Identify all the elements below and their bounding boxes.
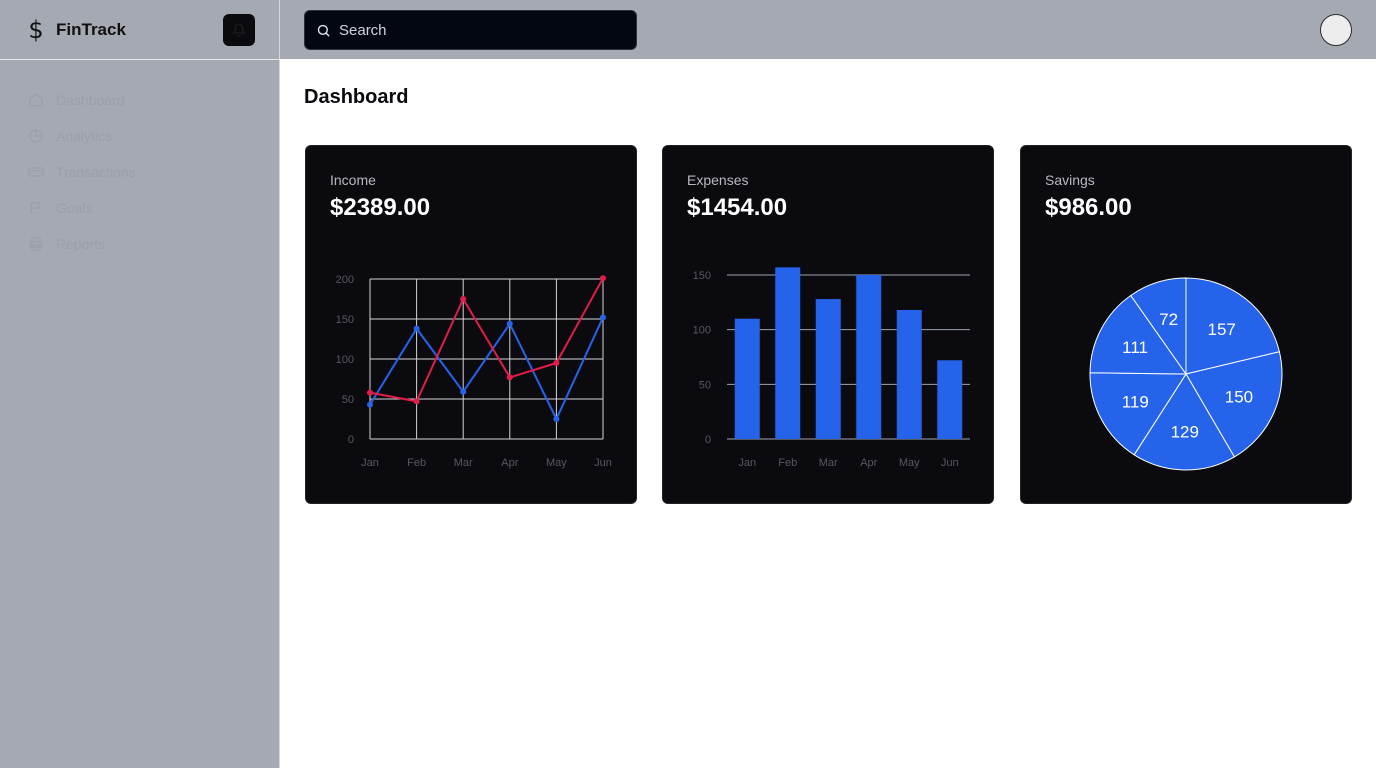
slice-label: 119 (1122, 392, 1149, 411)
pie-chart-icon (29, 129, 43, 143)
y-tick-label: 100 (693, 325, 711, 337)
credit-card-icon (28, 167, 44, 177)
x-tick-label: Feb (407, 457, 426, 469)
income-card: Income $2389.00 0 50 100 150 200 Jan Feb Mar Apr… (305, 145, 637, 504)
sidebar-item-label: Reports (56, 236, 106, 252)
home-icon (29, 93, 43, 107)
data-point (600, 314, 606, 321)
app-name: FinTrack (56, 19, 126, 39)
y-tick-label: 150 (693, 270, 711, 282)
search-input[interactable] (339, 21, 619, 39)
income-line-chart: 0 50 100 150 200 Jan Feb Mar Apr May Jun (336, 274, 612, 469)
bar (937, 360, 963, 439)
slice-label: 111 (1122, 338, 1148, 357)
printer-icon (29, 237, 43, 251)
x-tick-label: Apr (501, 457, 518, 469)
bar (775, 267, 801, 439)
sidebar-item-label: Goals (56, 200, 93, 216)
y-tick-label: 50 (342, 394, 354, 406)
bell-icon (232, 23, 246, 37)
x-tick-label: May (899, 457, 920, 469)
x-tick-label: Mar (819, 457, 838, 469)
data-point (506, 320, 513, 327)
slice-label: 157 (1208, 320, 1236, 339)
x-tick-label: Apr (860, 457, 877, 469)
sidebar-item-label: Analytics (56, 128, 113, 144)
data-point (413, 325, 420, 332)
search-box[interactable] (304, 10, 637, 50)
sidebar-item-dashboard[interactable]: Dashboard (0, 82, 279, 118)
x-tick-label: Jun (941, 457, 959, 469)
sidebar-item-transactions[interactable]: Transactions (0, 154, 279, 190)
slice-label: 129 (1171, 423, 1199, 442)
page-title: Dashboard (304, 86, 409, 108)
sidebar-item-label: Dashboard (56, 92, 125, 108)
data-point (460, 388, 467, 395)
data-point (506, 374, 513, 381)
data-point (553, 360, 560, 366)
series-line (369, 316, 604, 422)
sidebar-item-analytics[interactable]: Analytics (0, 118, 279, 154)
brand: $ FinTrack (0, 0, 279, 60)
user-avatar[interactable] (1320, 14, 1352, 46)
slice-label: 150 (1225, 388, 1253, 407)
sidebar-item-reports[interactable]: Reports (0, 226, 279, 262)
x-tick-label: Mar (454, 457, 473, 469)
bar (856, 275, 882, 439)
x-tick-label: Jan (361, 457, 379, 469)
sidebar-nav: Dashboard Analytics Transactions Goals R… (0, 60, 279, 262)
flag-icon (30, 202, 41, 214)
y-tick-label: 150 (336, 314, 354, 326)
y-tick-label: 100 (336, 354, 354, 366)
series-line (369, 277, 604, 403)
y-tick-label: 200 (336, 274, 354, 286)
data-point (367, 401, 373, 408)
x-tick-label: May (546, 457, 567, 469)
topbar (280, 0, 1376, 59)
dollar-icon: $ (28, 15, 44, 44)
x-tick-label: Feb (778, 457, 797, 469)
data-point (460, 296, 467, 302)
bar (815, 299, 841, 439)
bar (734, 318, 760, 439)
y-tick-label: 0 (705, 434, 711, 446)
expenses-card: Expenses $1454.00 0 50 100 150 Jan Feb Mar Apr M… (662, 145, 994, 504)
sidebar-item-label: Transactions (56, 164, 136, 180)
search-icon (317, 24, 330, 37)
savings-pie-chart: 157 150 129 119 111 72 (1089, 277, 1283, 471)
sidebar-item-goals[interactable]: Goals (0, 190, 279, 226)
slice-label: 72 (1159, 310, 1178, 329)
notifications-button[interactable] (223, 14, 255, 46)
data-point (600, 275, 606, 282)
data-point (413, 398, 420, 405)
y-tick-label: 50 (699, 379, 711, 391)
x-tick-label: Jun (594, 457, 612, 469)
data-point (553, 416, 560, 422)
bar (896, 309, 922, 439)
y-tick-label: 0 (348, 434, 354, 446)
sidebar: $ FinTrack Dashboard Analytics Transacti… (0, 0, 280, 768)
data-point (367, 389, 373, 396)
expenses-bar-chart: 0 50 100 150 Jan Feb Mar Apr May Jun (693, 267, 970, 469)
savings-card: Savings $986.00 157 150 129 119 111 72 (1020, 145, 1352, 504)
x-tick-label: Jan (738, 457, 756, 469)
